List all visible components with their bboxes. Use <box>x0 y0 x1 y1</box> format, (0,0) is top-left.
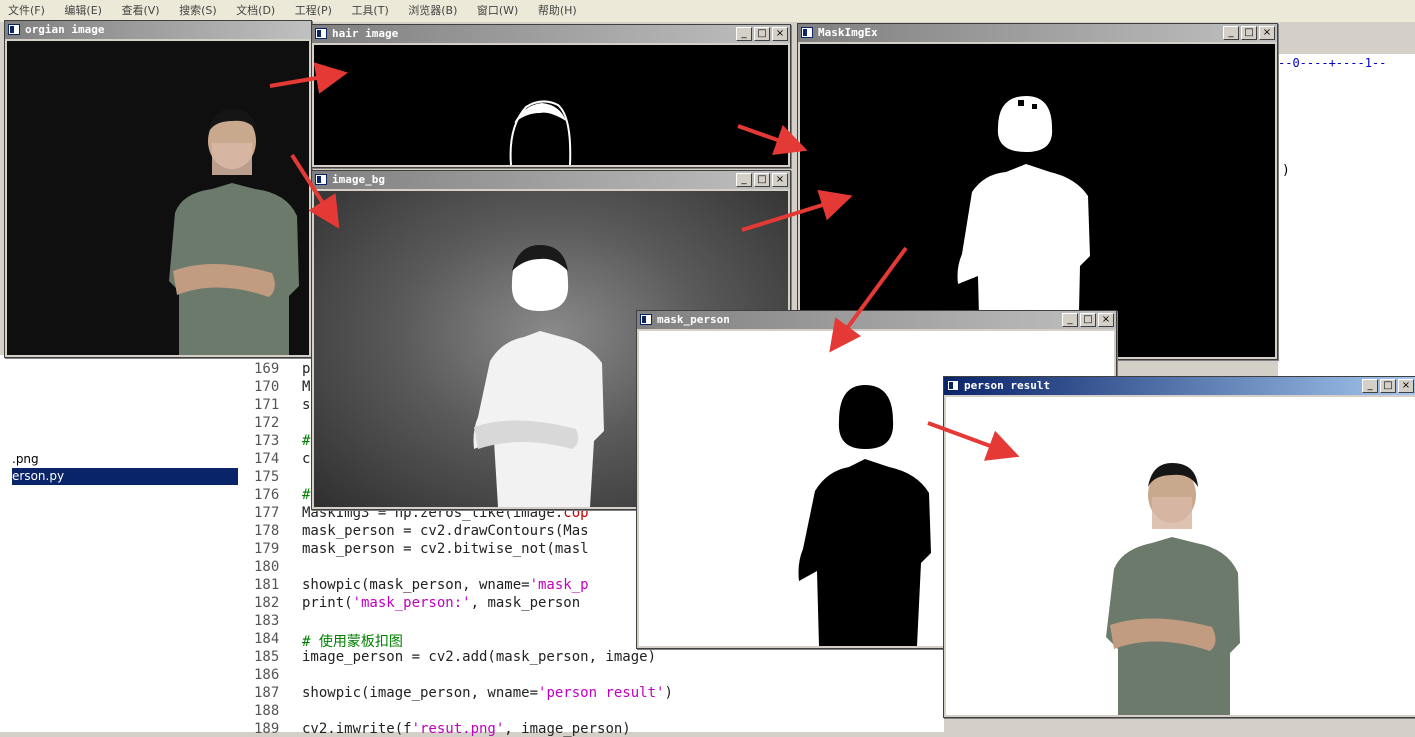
line-number: 182 <box>254 595 280 611</box>
line-number: 171 <box>254 397 280 413</box>
line-number: 178 <box>254 523 280 539</box>
minimize-button[interactable]: _ <box>736 27 752 41</box>
minimize-button[interactable]: _ <box>736 173 752 187</box>
image-canvas <box>314 45 788 165</box>
line-number: 189 <box>254 721 280 737</box>
menu-item-file[interactable]: 文件(F) <box>0 0 53 22</box>
code-line[interactable]: image_person = cv2.add(mask_person, imag… <box>302 649 656 665</box>
line-number: 173 <box>254 433 280 449</box>
window-title: hair image <box>332 27 399 40</box>
titlebar[interactable]: hair image _ □ × <box>312 25 790 43</box>
image-canvas <box>946 397 1415 715</box>
hair-mask-shape <box>509 100 572 165</box>
window-person-result[interactable]: person result _ □ × <box>943 376 1415 718</box>
blur-mosaic <box>1152 497 1192 529</box>
line-number: 176 <box>254 487 280 503</box>
code-line[interactable]: c <box>302 451 310 467</box>
window-icon <box>640 314 652 325</box>
menu-bar: 文件(F) 编辑(E) 查看(V) 搜索(S) 文档(D) 工程(P) 工具(T… <box>0 0 1415 22</box>
code-line[interactable]: s <box>302 397 310 413</box>
line-number: 175 <box>254 469 280 485</box>
line-number: 174 <box>254 451 280 467</box>
maximize-button[interactable]: □ <box>754 27 770 41</box>
code-line[interactable]: # <box>302 433 310 449</box>
window-icon <box>947 380 959 391</box>
line-number: 180 <box>254 559 280 575</box>
column-ruler: --0----+----1-- <box>1278 54 1415 72</box>
blur-mosaic <box>212 143 252 175</box>
code-line[interactable]: # <box>302 487 310 503</box>
window-title: MaskImgEx <box>818 26 878 39</box>
line-number: 170 <box>254 379 280 395</box>
person-photo <box>169 109 299 355</box>
maximize-button[interactable]: □ <box>1080 313 1096 327</box>
line-number: 172 <box>254 415 280 431</box>
line-number: 169 <box>254 361 280 377</box>
maximize-button[interactable]: □ <box>754 173 770 187</box>
file-list-panel: .png erson.py <box>0 355 245 732</box>
titlebar[interactable]: orgian image <box>5 21 311 39</box>
window-title: mask_person <box>657 313 730 326</box>
minimize-button[interactable]: _ <box>1062 313 1078 327</box>
menu-item-search[interactable]: 搜索(S) <box>171 0 225 22</box>
window-title: image_bg <box>332 173 385 186</box>
line-number: 177 <box>254 505 280 521</box>
code-line[interactable]: mask_person = cv2.drawContours(Mas <box>302 523 589 539</box>
close-button[interactable]: × <box>1398 379 1414 393</box>
window-title: person result <box>964 379 1051 392</box>
menu-item-help[interactable]: 帮助(H) <box>530 0 585 22</box>
window-hair-image[interactable]: hair image _ □ × <box>311 24 791 168</box>
line-number: 184 <box>254 631 280 647</box>
code-fragment: ) <box>1282 163 1290 178</box>
code-line[interactable]: showpic(image_person, wname='person resu… <box>302 685 673 701</box>
file-item-selected[interactable]: erson.py <box>12 468 238 485</box>
line-number: 188 <box>254 703 280 719</box>
image-canvas <box>7 41 309 355</box>
minimize-button[interactable]: _ <box>1362 379 1378 393</box>
close-button[interactable]: × <box>772 27 788 41</box>
menu-item-document[interactable]: 文档(D) <box>228 0 283 22</box>
code-line[interactable]: cv2.imwrite(f'resut.png', image_person) <box>302 721 631 737</box>
window-icon <box>315 28 327 39</box>
menu-item-tools[interactable]: 工具(T) <box>343 0 396 22</box>
code-line[interactable]: # 使用蒙板扣图 <box>302 631 403 651</box>
editor-area[interactable] <box>1278 72 1415 382</box>
minimize-button[interactable]: _ <box>1223 26 1239 40</box>
menu-item-view[interactable]: 查看(V) <box>113 0 167 22</box>
window-title: orgian image <box>25 23 105 36</box>
code-line[interactable]: print('mask_person:', mask_person <box>302 595 580 611</box>
extracted-person-photo <box>1106 463 1240 715</box>
maximize-button[interactable]: □ <box>1380 379 1396 393</box>
close-button[interactable]: × <box>1098 313 1114 327</box>
code-line[interactable]: mask_person = cv2.bitwise_not(masl <box>302 541 589 557</box>
window-icon <box>8 24 20 35</box>
window-icon <box>315 174 327 185</box>
titlebar[interactable]: image_bg _ □ × <box>312 171 790 189</box>
titlebar[interactable]: person result _ □ × <box>944 377 1415 395</box>
line-number: 181 <box>254 577 280 593</box>
line-number: 186 <box>254 667 280 683</box>
code-line[interactable]: M <box>302 379 310 395</box>
menu-item-browser[interactable]: 浏览器(B) <box>400 0 465 22</box>
line-number: 187 <box>254 685 280 701</box>
menu-item-project[interactable]: 工程(P) <box>287 0 340 22</box>
window-orgian-image[interactable]: orgian image <box>4 20 312 358</box>
code-line[interactable]: showpic(mask_person, wname='mask_p <box>302 577 589 593</box>
line-number: 179 <box>254 541 280 557</box>
maximize-button[interactable]: □ <box>1241 26 1257 40</box>
titlebar[interactable]: mask_person _ □ × <box>637 311 1116 329</box>
line-number: 183 <box>254 613 280 629</box>
code-line[interactable]: p <box>302 361 310 377</box>
close-button[interactable]: × <box>1259 26 1275 40</box>
menu-item-window[interactable]: 窗口(W) <box>469 0 526 22</box>
window-icon <box>801 27 813 38</box>
file-item[interactable]: .png <box>12 451 238 468</box>
close-button[interactable]: × <box>772 173 788 187</box>
menu-item-edit[interactable]: 编辑(E) <box>56 0 110 22</box>
line-number: 185 <box>254 649 280 665</box>
titlebar[interactable]: MaskImgEx _ □ × <box>798 24 1277 42</box>
